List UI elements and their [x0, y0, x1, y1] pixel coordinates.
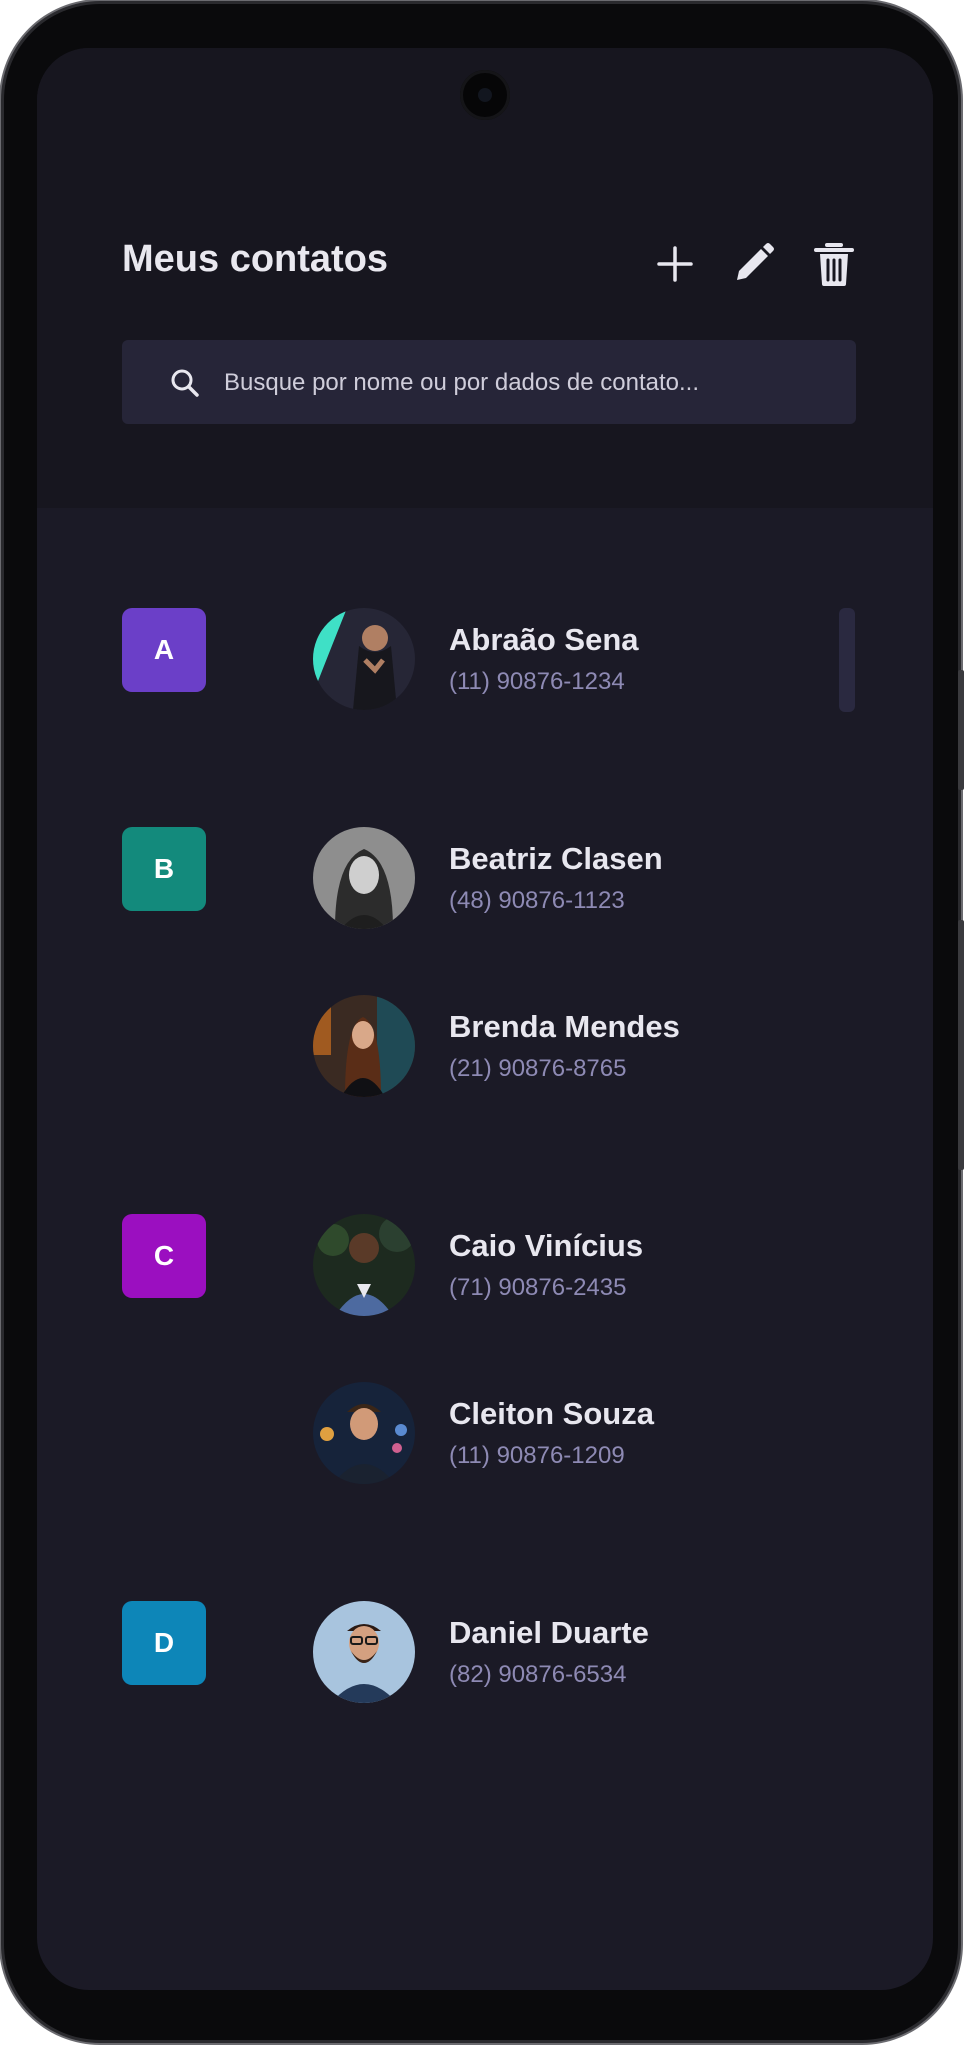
app-screen: Meus contatos Busque por nome ou por dad…: [37, 48, 933, 1990]
plus-icon: [657, 246, 693, 282]
front-camera: [460, 70, 510, 120]
contact-phone: (11) 90876-1209: [449, 1442, 625, 1469]
power-button: [958, 920, 964, 1170]
phone-frame: Meus contatos Busque por nome ou por dad…: [4, 4, 958, 2040]
contact-name: Cleiton Souza: [449, 1396, 654, 1431]
contact-item[interactable]: Cleiton Souza (11) 90876-1209: [313, 1382, 833, 1484]
page-title: Meus contatos: [122, 238, 389, 280]
contact-phone: (21) 90876-8765: [449, 1055, 627, 1082]
avatar: [313, 1601, 415, 1703]
avatar: [313, 1214, 415, 1316]
search-bar: [122, 340, 856, 426]
contact-item[interactable]: Beatriz Clasen (48) 90876-1123: [313, 827, 833, 929]
search-icon: [170, 368, 200, 403]
contact-item[interactable]: Caio Vinícius (71) 90876-2435: [313, 1214, 833, 1316]
contact-item[interactable]: Daniel Duarte (82) 90876-6534: [313, 1601, 833, 1703]
contact-item[interactable]: Brenda Mendes (21) 90876-8765: [313, 995, 833, 1097]
volume-button: [958, 670, 964, 790]
contact-name: Brenda Mendes: [449, 1009, 680, 1044]
contact-name: Abraão Sena: [449, 622, 639, 657]
avatar: [313, 1382, 415, 1484]
contact-phone: (11) 90876-1234: [449, 668, 625, 695]
avatar: [313, 608, 415, 710]
delete-contact-button[interactable]: [808, 238, 860, 290]
pencil-icon: [737, 243, 774, 280]
add-contact-button[interactable]: [649, 238, 701, 290]
contact-phone: (71) 90876-2435: [449, 1274, 627, 1301]
contact-phone: (82) 90876-6534: [449, 1661, 627, 1688]
scrollbar-thumb[interactable]: [839, 608, 855, 712]
group-badge-a: A: [122, 608, 206, 692]
avatar: [313, 995, 415, 1097]
contact-phone: (48) 90876-1123: [449, 887, 625, 914]
group-badge-d: D: [122, 1601, 206, 1685]
contact-name: Beatriz Clasen: [449, 841, 663, 876]
contact-name: Caio Vinícius: [449, 1228, 644, 1263]
trash-icon: [814, 243, 854, 286]
group-badge-c: C: [122, 1214, 206, 1298]
avatar: [313, 827, 415, 929]
group-badge-b: B: [122, 827, 206, 911]
edit-contact-button[interactable]: [727, 238, 779, 290]
contact-item[interactable]: Abraão Sena (11) 90876-1234: [313, 608, 833, 710]
search-input[interactable]: [222, 340, 846, 426]
contact-name: Daniel Duarte: [449, 1615, 649, 1650]
